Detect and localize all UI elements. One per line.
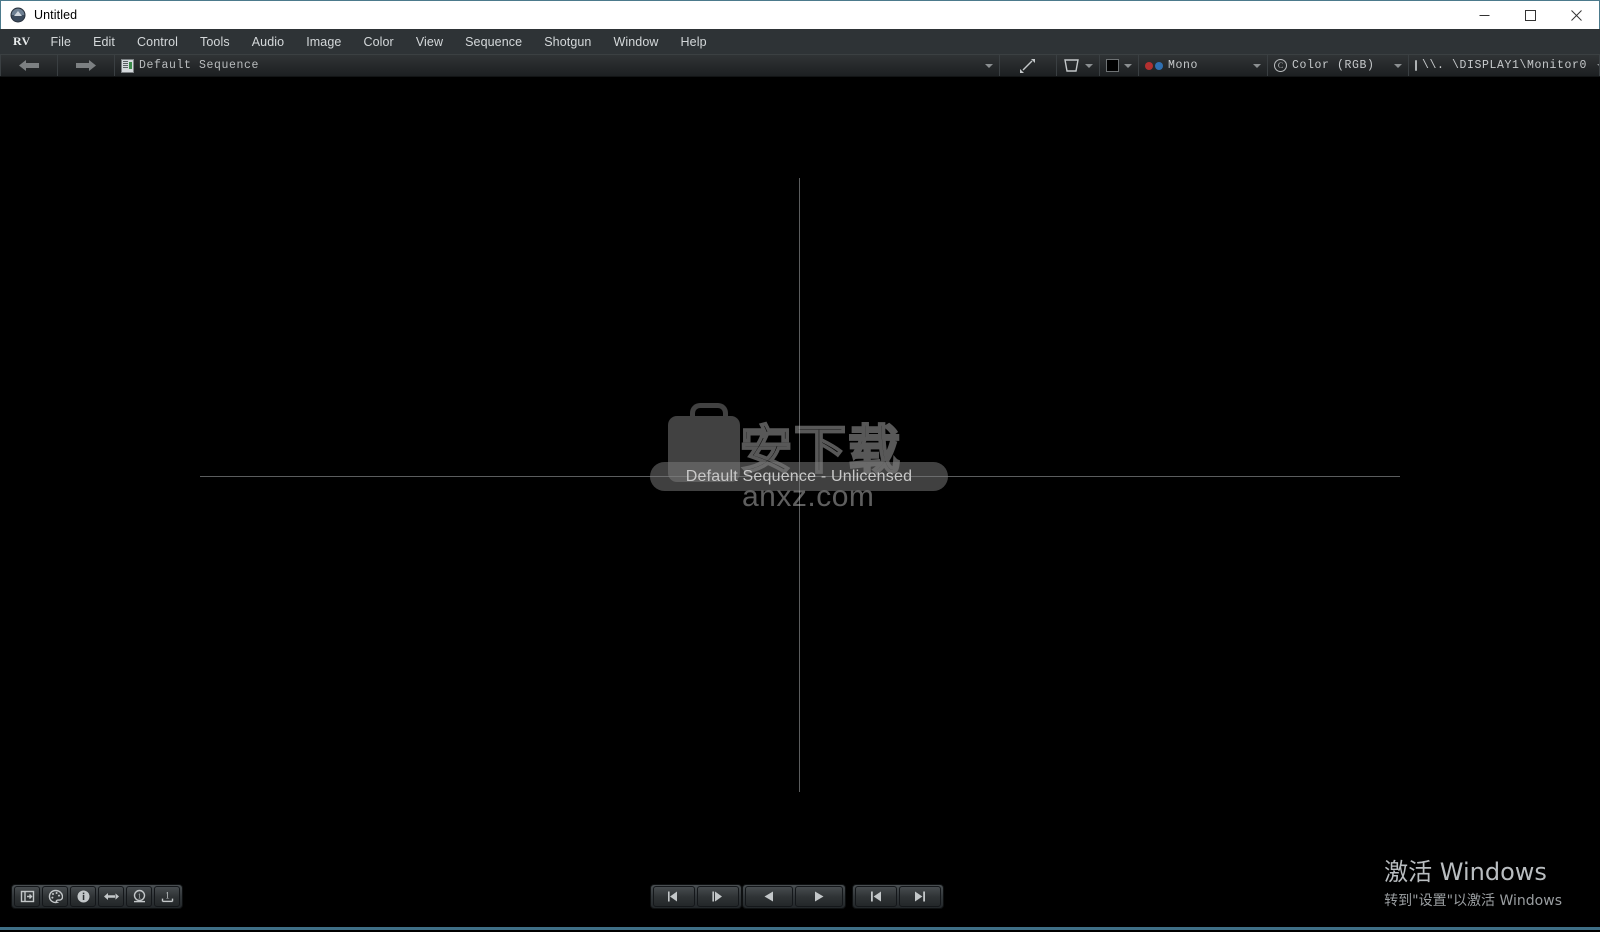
application-window: Untitled RV File Edit Control Tools Audi…: [0, 0, 1600, 932]
back-button[interactable]: [1, 55, 57, 76]
session-manager-icon[interactable]: [14, 886, 40, 907]
viewport-status-label: Default Sequence - Unlicensed: [685, 467, 913, 485]
menu-item-control[interactable]: Control: [126, 32, 189, 52]
skip-to-end-icon[interactable]: [899, 886, 941, 907]
menu-item-audio[interactable]: Audio: [241, 32, 295, 52]
diagonal-resize-icon: [1020, 58, 1035, 73]
menu-item-help[interactable]: Help: [670, 32, 718, 52]
stereo-right-dot: [1155, 61, 1163, 70]
sequence-file-icon: [121, 58, 134, 73]
menu-item-shotgun[interactable]: Shotgun: [533, 32, 602, 52]
step-button-group: [650, 884, 742, 909]
menu-item-color[interactable]: Color: [352, 32, 404, 52]
background-color-selector[interactable]: [1100, 55, 1138, 76]
menu-item-edit[interactable]: Edit: [82, 32, 126, 52]
viewport-status-badge: Default Sequence - Unlicensed: [650, 462, 948, 491]
sequence-name: Default Sequence: [139, 59, 260, 72]
step-forward-icon[interactable]: [697, 886, 739, 907]
bottom-toolbar: 1 1: [0, 878, 1600, 930]
color-channel-icon: C: [1274, 59, 1287, 72]
chevron-down-icon[interactable]: [1085, 63, 1093, 68]
minimize-icon[interactable]: [1461, 1, 1507, 29]
display-device-label: \\. \DISPLAY1\Monitor0: [1422, 59, 1588, 72]
rv-app-icon: [10, 7, 26, 23]
rv-logo: RV: [13, 34, 31, 48]
arrow-left-icon: [19, 60, 39, 71]
window-title: Untitled: [34, 8, 78, 22]
menu-item-tools[interactable]: Tools: [189, 32, 241, 52]
forward-button[interactable]: [58, 55, 114, 76]
color-mode-selector[interactable]: C Color (RGB): [1268, 55, 1408, 76]
rv-toolbar: Default Sequence Mono C Color (RGB) \\. …: [0, 54, 1600, 77]
chevron-down-icon[interactable]: [1253, 63, 1261, 68]
monitor-icon: [1415, 60, 1417, 71]
chevron-down-icon[interactable]: [1394, 63, 1402, 68]
stereo-mode-selector[interactable]: Mono: [1139, 55, 1267, 76]
display-device-selector[interactable]: \\. \DISPLAY1\Monitor0: [1409, 55, 1600, 76]
skip-to-start-icon[interactable]: [855, 886, 897, 907]
menu-item-image[interactable]: Image: [295, 32, 352, 52]
info-icon[interactable]: [70, 886, 96, 907]
menu-item-sequence[interactable]: Sequence: [454, 32, 533, 52]
color-wheel-icon[interactable]: [42, 886, 68, 907]
status-accent-line: [0, 927, 1600, 930]
scale-button[interactable]: [1000, 55, 1056, 76]
stereo-left-dot: [1145, 61, 1153, 70]
color-mode-label: Color (RGB): [1292, 59, 1375, 72]
window-titlebar: Untitled: [0, 0, 1600, 29]
sync-swap-icon[interactable]: [98, 886, 124, 907]
annotate-circle-icon[interactable]: 1: [126, 886, 152, 907]
maximize-icon[interactable]: [1507, 1, 1553, 29]
play-reverse-icon[interactable]: [745, 886, 793, 907]
play-forward-icon[interactable]: [795, 886, 843, 907]
menubar: RV File Edit Control Tools Audio Image C…: [0, 29, 1600, 54]
image-viewport[interactable]: 安下载 anxz.com Default Sequence - Unlicens…: [0, 78, 1600, 878]
svg-text:1: 1: [137, 892, 141, 900]
close-icon[interactable]: [1553, 1, 1599, 29]
frame-fit-selector[interactable]: [1057, 55, 1099, 76]
play-button-group: [742, 884, 846, 909]
menu-item-view[interactable]: View: [405, 32, 454, 52]
tool-button-group: 1 1: [11, 884, 183, 909]
stereo-mode-label: Mono: [1168, 59, 1199, 72]
chevron-down-icon[interactable]: [985, 63, 993, 68]
background-swatch: [1106, 59, 1119, 72]
chevron-down-icon[interactable]: [1124, 63, 1132, 68]
frame-crop-icon: [1064, 59, 1079, 72]
arrow-right-icon: [76, 60, 96, 71]
sequence-selector[interactable]: Default Sequence: [115, 55, 999, 76]
step-back-icon[interactable]: [653, 886, 695, 907]
menu-item-window[interactable]: Window: [602, 32, 669, 52]
menu-item-file[interactable]: File: [40, 32, 83, 52]
baseline-icon[interactable]: 1: [154, 886, 180, 907]
seek-button-group: [852, 884, 944, 909]
svg-text:1: 1: [165, 891, 170, 901]
